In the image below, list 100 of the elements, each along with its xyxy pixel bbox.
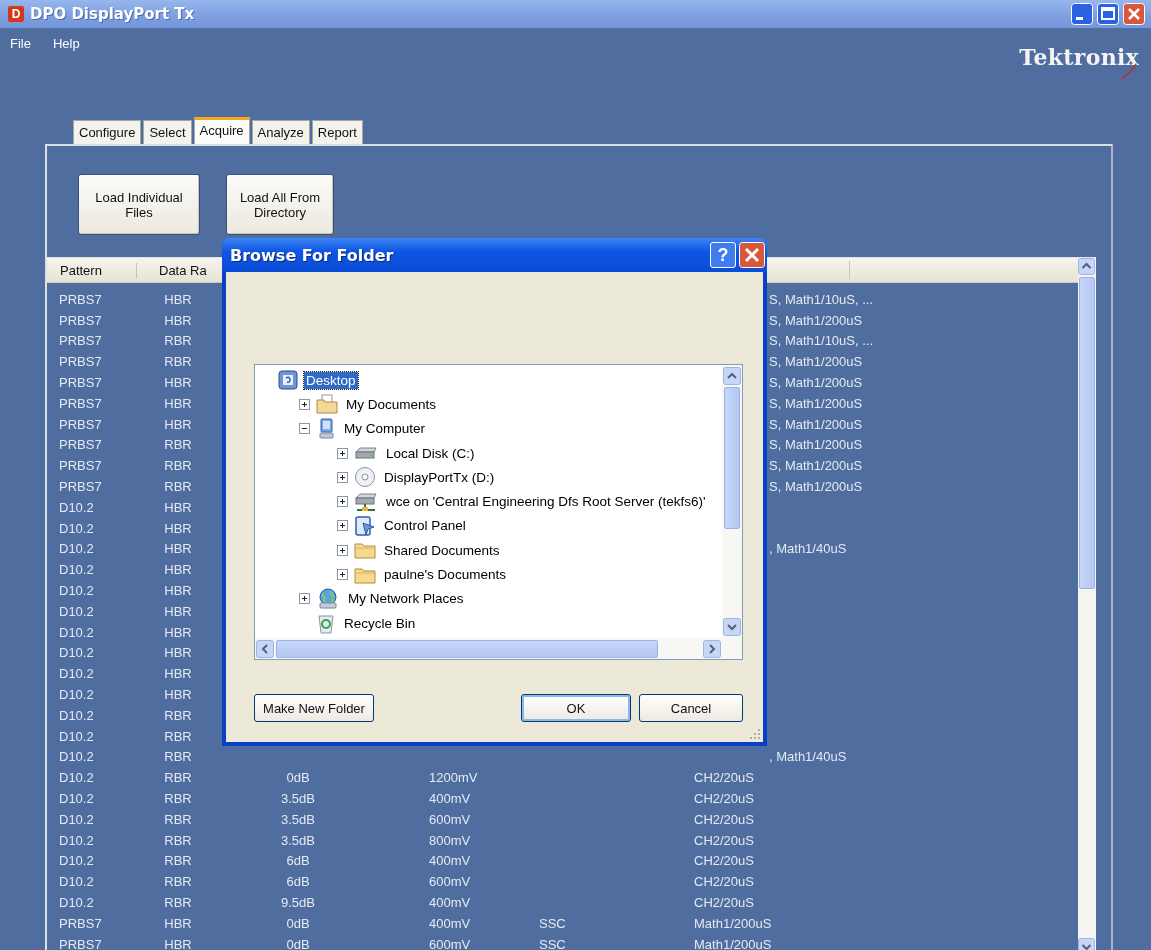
column-header[interactable]: Pattern — [47, 262, 137, 278]
table-cell: 0dB — [286, 770, 310, 786]
table-cell: D10.2 — [59, 728, 94, 744]
table-cell: HBR — [164, 645, 192, 661]
expander-icon[interactable] — [337, 496, 348, 508]
table-cell: 600mV — [429, 936, 471, 950]
table-cell: S, Math1/200uS — [769, 395, 863, 411]
tree-item[interactable]: paulne's Documents — [382, 566, 508, 583]
table-cell: SSC — [539, 936, 566, 950]
table-cell: CH2/20uS — [694, 832, 754, 848]
tree-item[interactable]: Local Disk (C:) — [384, 444, 477, 462]
expander-icon[interactable] — [337, 520, 348, 532]
resize-grip-icon[interactable] — [749, 728, 761, 740]
table-cell: RBR — [164, 354, 192, 370]
folder-icon — [354, 565, 376, 584]
dialog-button[interactable]: Make New Folder — [254, 694, 374, 722]
control-panel-icon — [354, 514, 376, 537]
table-cell: 600mV — [429, 811, 471, 827]
expander-icon[interactable] — [299, 398, 310, 410]
table-cell: 400mV — [429, 791, 471, 806]
maximize-button[interactable] — [1097, 3, 1119, 25]
table-cell: D10.2 — [59, 853, 94, 869]
expander-icon[interactable] — [337, 447, 348, 459]
table-cell: HBR — [164, 291, 192, 307]
dialog-button[interactable]: Cancel — [639, 694, 743, 722]
table-cell: D10.2 — [59, 603, 94, 619]
menu-item[interactable]: Help — [52, 36, 80, 51]
help-button[interactable]: ? — [710, 242, 736, 268]
table-cell: 6dB — [286, 874, 310, 890]
table-cell: PRBS7 — [59, 479, 102, 495]
disc-icon — [354, 466, 376, 489]
table-cell: HBR — [164, 541, 192, 557]
load-button[interactable]: Load All From Directory — [226, 174, 334, 235]
scrollbar[interactable] — [722, 365, 742, 638]
table-cell: RBR — [164, 707, 192, 723]
table-cell: S, Math1/200uS — [769, 312, 863, 328]
table-cell: 400mV — [429, 853, 471, 869]
table-cell: D10.2 — [59, 749, 94, 765]
tree-item[interactable]: DisplayPortTx (D:) — [382, 468, 497, 486]
scrollbar[interactable] — [255, 638, 742, 659]
table-cell: D10.2 — [59, 541, 94, 557]
table-cell: CH2/20uS — [694, 874, 754, 890]
brand-logo: Tektronix — [1019, 44, 1143, 80]
tab[interactable]: Acquire — [193, 117, 250, 145]
tab[interactable]: Report — [311, 120, 363, 144]
table-cell: RBR — [164, 853, 192, 869]
table-cell: RBR — [164, 832, 192, 848]
table-cell: S, Math1/200uS — [769, 416, 863, 432]
scroll-up-icon[interactable] — [723, 367, 741, 385]
table-cell: HBR — [164, 687, 192, 703]
scroll-up-icon[interactable] — [1078, 258, 1095, 275]
expander-icon[interactable] — [299, 593, 310, 605]
tree-item[interactable]: My Computer — [342, 420, 428, 438]
tree-item[interactable]: Desktop — [304, 371, 358, 389]
expander-icon[interactable] — [337, 471, 348, 483]
table-cell: RBR — [164, 437, 192, 453]
table-cell: 400mV — [429, 915, 471, 931]
window-title: DPO DisplayPort Tx — [30, 5, 196, 23]
tab[interactable]: Select — [143, 120, 192, 144]
tab[interactable]: Configure — [73, 120, 142, 144]
menu-item[interactable]: File — [10, 36, 31, 51]
tree-item[interactable]: My Network Places — [346, 590, 466, 608]
scrollbar[interactable] — [1078, 258, 1096, 950]
table-cell: HBR — [164, 666, 192, 682]
table-cell: , Math1/40uS — [769, 749, 847, 765]
scroll-down-icon[interactable] — [1078, 937, 1095, 950]
table-cell: CH2/20uS — [694, 853, 754, 869]
scroll-down-icon[interactable] — [723, 618, 741, 636]
close-button[interactable] — [739, 242, 765, 268]
tree-item[interactable]: Recycle Bin — [342, 614, 418, 632]
scroll-right-icon[interactable] — [703, 639, 721, 658]
expander-icon[interactable] — [337, 569, 348, 580]
minimize-button[interactable] — [1071, 3, 1093, 25]
tree-item[interactable]: wce on 'Central Engineering Dfs Root Server (tekfs6)' — [384, 493, 708, 511]
table-cell: PRBS7 — [59, 395, 102, 411]
table-cell: CH2/20uS — [694, 811, 754, 827]
expander-icon[interactable] — [337, 544, 348, 556]
table-cell: RBR — [164, 791, 192, 806]
table-cell: HBR — [164, 603, 192, 619]
table-cell: HBR — [164, 499, 192, 515]
table-cell: HBR — [164, 583, 192, 599]
table-cell: 9.5dB — [281, 895, 315, 910]
scroll-left-icon[interactable] — [256, 639, 274, 658]
tree-item[interactable]: Shared Documents — [382, 541, 502, 559]
table-cell: HBR — [164, 416, 192, 432]
tree-item[interactable]: My Documents — [344, 395, 439, 413]
table-cell: S, Math1/10uS, ... — [769, 333, 874, 349]
expander-icon[interactable] — [299, 423, 310, 435]
computer-icon — [316, 417, 336, 440]
network-globe-icon — [316, 587, 340, 610]
table-cell: Math1/200uS — [694, 915, 772, 931]
tree-item[interactable]: Control Panel — [382, 517, 468, 535]
table-cell: S, Math1/200uS — [769, 479, 863, 495]
close-button[interactable] — [1123, 3, 1145, 25]
table-cell: PRBS7 — [59, 312, 102, 328]
tab[interactable]: Analyze — [251, 120, 310, 144]
table-cell: HBR — [164, 395, 192, 411]
table-cell: D10.2 — [59, 666, 94, 682]
dialog-button[interactable]: OK — [521, 694, 631, 722]
load-button[interactable]: Load Individual Files — [78, 174, 200, 235]
